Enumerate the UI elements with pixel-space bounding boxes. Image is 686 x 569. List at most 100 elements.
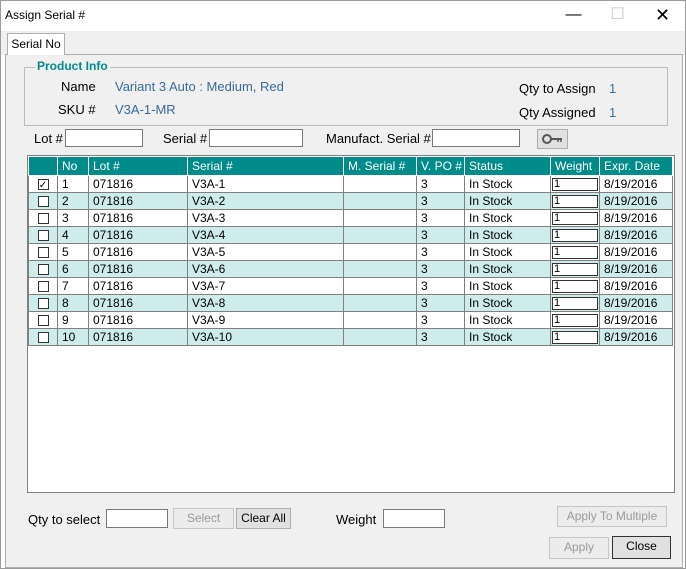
row-weight-input[interactable]: 1 <box>552 211 598 225</box>
row-checkbox[interactable] <box>37 196 49 208</box>
manufact-serial-filter-label: Manufact. Serial # <box>326 131 431 146</box>
row-status: In Stock <box>464 209 551 227</box>
weight-input[interactable] <box>383 509 445 528</box>
row-checkbox[interactable] <box>37 264 49 276</box>
maximize-icon[interactable]: ☐ <box>595 1 640 31</box>
row-select-cell[interactable] <box>28 260 58 278</box>
row-m-serial <box>343 192 417 210</box>
row-checkbox[interactable] <box>37 230 49 242</box>
row-weight-cell[interactable]: 1 <box>550 175 600 193</box>
apply-to-multiple-button[interactable]: Apply To Multiple <box>557 506 667 527</box>
serial-filter-input[interactable] <box>209 129 303 147</box>
table-row[interactable]: 8 071816 V3A-8 3 In Stock 1 8/19/2016 <box>28 294 673 312</box>
row-select-cell[interactable] <box>28 311 58 329</box>
col-header-status[interactable]: Status <box>464 156 551 176</box>
tab-serial-no[interactable]: Serial No <box>7 33 65 55</box>
minimize-icon[interactable]: — <box>551 1 596 31</box>
row-weight-input[interactable]: 1 <box>552 330 598 344</box>
product-info-group: Product Info Name Variant 3 Auto : Mediu… <box>24 59 668 126</box>
row-checkbox[interactable] <box>37 298 49 310</box>
select-button[interactable]: Select <box>173 508 234 529</box>
row-weight-cell[interactable]: 1 <box>550 260 600 278</box>
row-checkbox[interactable]: ✓ <box>37 179 49 191</box>
title-bar: Assign Serial # — ☐ ✕ <box>1 1 685 31</box>
row-lot: 071816 <box>88 243 188 261</box>
row-weight-cell[interactable]: 1 <box>550 328 600 346</box>
row-weight-cell[interactable]: 1 <box>550 243 600 261</box>
row-select-cell[interactable] <box>28 243 58 261</box>
table-row[interactable]: ✓ 1 071816 V3A-1 3 In Stock 1 8/19/2016 <box>28 175 673 193</box>
row-weight-cell[interactable]: 1 <box>550 192 600 210</box>
table-row[interactable]: 2 071816 V3A-2 3 In Stock 1 8/19/2016 <box>28 192 673 210</box>
row-no: 2 <box>57 192 89 210</box>
row-serial: V3A-8 <box>187 294 344 312</box>
row-weight-cell[interactable]: 1 <box>550 277 600 295</box>
table-row[interactable]: 7 071816 V3A-7 3 In Stock 1 8/19/2016 <box>28 277 673 295</box>
search-key-button[interactable] <box>537 129 568 149</box>
row-v-po: 3 <box>416 260 465 278</box>
row-lot: 071816 <box>88 328 188 346</box>
clear-all-button[interactable]: Clear All <box>236 508 291 529</box>
row-lot: 071816 <box>88 226 188 244</box>
row-weight-cell[interactable]: 1 <box>550 311 600 329</box>
row-select-cell[interactable] <box>28 277 58 295</box>
row-checkbox[interactable] <box>37 281 49 293</box>
row-weight-input[interactable]: 1 <box>552 194 598 208</box>
col-header-expr-date[interactable]: Expr. Date <box>599 156 673 176</box>
table-row[interactable]: 4 071816 V3A-4 3 In Stock 1 8/19/2016 <box>28 226 673 244</box>
row-serial: V3A-6 <box>187 260 344 278</box>
serial-table: No Lot # Serial # M. Serial # V. PO # St… <box>28 156 673 346</box>
col-header-no[interactable]: No <box>57 156 89 176</box>
manufact-serial-filter-input[interactable] <box>432 129 520 147</box>
row-weight-input[interactable]: 1 <box>552 228 598 242</box>
col-header-m-serial[interactable]: M. Serial # <box>343 156 417 176</box>
qty-to-select-input[interactable] <box>106 509 168 528</box>
row-select-cell[interactable] <box>28 294 58 312</box>
row-select-cell[interactable] <box>28 192 58 210</box>
table-row[interactable]: 9 071816 V3A-9 3 In Stock 1 8/19/2016 <box>28 311 673 329</box>
lot-filter-input[interactable] <box>65 129 143 147</box>
apply-button[interactable]: Apply <box>549 537 609 559</box>
row-weight-input[interactable]: 1 <box>552 296 598 310</box>
row-checkbox[interactable] <box>37 213 49 225</box>
sku-label: SKU # <box>58 102 96 117</box>
row-weight-input[interactable]: 1 <box>552 245 598 259</box>
row-checkbox[interactable] <box>37 247 49 259</box>
qty-to-assign-value: 1 <box>609 81 617 96</box>
row-select-cell[interactable] <box>28 209 58 227</box>
col-header-v-po[interactable]: V. PO # <box>416 156 465 176</box>
row-select-cell[interactable]: ✓ <box>28 175 58 193</box>
col-header-weight[interactable]: Weight <box>550 156 600 176</box>
row-m-serial <box>343 243 417 261</box>
row-select-cell[interactable] <box>28 328 58 346</box>
row-select-cell[interactable] <box>28 226 58 244</box>
row-checkbox[interactable] <box>37 315 49 327</box>
row-weight-input[interactable]: 1 <box>552 262 598 276</box>
close-button[interactable]: Close <box>612 536 671 559</box>
row-weight-input[interactable]: 1 <box>552 313 598 327</box>
table-row[interactable]: 5 071816 V3A-5 3 In Stock 1 8/19/2016 <box>28 243 673 261</box>
row-serial: V3A-5 <box>187 243 344 261</box>
row-status: In Stock <box>464 277 551 295</box>
row-expr-date: 8/19/2016 <box>599 192 673 210</box>
row-status: In Stock <box>464 192 551 210</box>
col-header-serial[interactable]: Serial # <box>187 156 344 176</box>
row-v-po: 3 <box>416 243 465 261</box>
col-header-lot[interactable]: Lot # <box>88 156 188 176</box>
table-row[interactable]: 6 071816 V3A-6 3 In Stock 1 8/19/2016 <box>28 260 673 278</box>
table-row[interactable]: 10 071816 V3A-10 3 In Stock 1 8/19/2016 <box>28 328 673 346</box>
row-weight-input[interactable]: 1 <box>552 279 598 293</box>
row-weight-input[interactable]: 1 <box>552 177 598 191</box>
row-m-serial <box>343 294 417 312</box>
row-m-serial <box>343 311 417 329</box>
row-weight-cell[interactable]: 1 <box>550 294 600 312</box>
row-weight-cell[interactable]: 1 <box>550 226 600 244</box>
row-expr-date: 8/19/2016 <box>599 311 673 329</box>
close-icon[interactable]: ✕ <box>640 1 685 31</box>
key-icon <box>542 134 562 144</box>
row-weight-cell[interactable]: 1 <box>550 209 600 227</box>
col-header-select[interactable] <box>28 156 58 176</box>
row-checkbox[interactable] <box>37 332 49 344</box>
row-expr-date: 8/19/2016 <box>599 294 673 312</box>
table-row[interactable]: 3 071816 V3A-3 3 In Stock 1 8/19/2016 <box>28 209 673 227</box>
